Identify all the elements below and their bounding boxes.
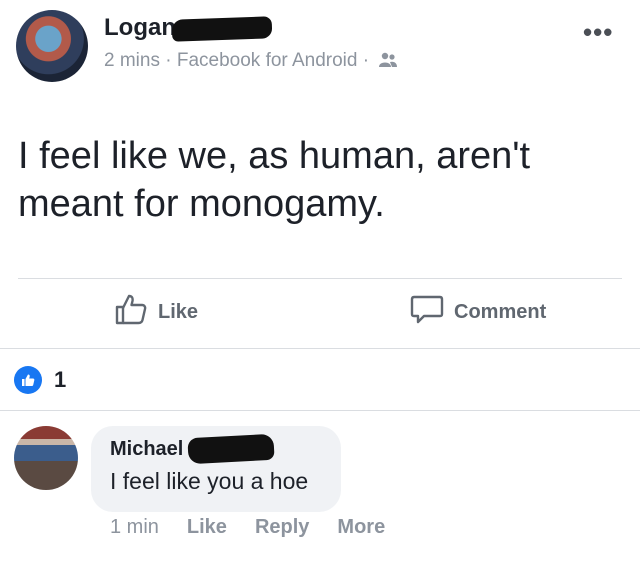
like-reaction-icon[interactable] <box>14 366 42 394</box>
divider <box>0 410 640 411</box>
commenter-avatar[interactable] <box>14 426 78 490</box>
friends-icon[interactable] <box>378 52 398 74</box>
post-time[interactable]: 2 mins <box>104 50 160 71</box>
post-text: I feel like we, as human, aren't meant f… <box>18 135 531 225</box>
redaction-mark <box>187 433 275 465</box>
comment-actions: 1 min Like Reply More <box>110 516 385 539</box>
comment-like-button[interactable]: Like <box>187 516 227 539</box>
commenter-name[interactable]: Michael <box>110 438 183 461</box>
redaction-mark <box>171 16 273 42</box>
comment-button[interactable]: Comment <box>410 292 546 332</box>
more-options-icon[interactable]: ••• <box>583 19 613 45</box>
reaction-count[interactable]: 1 <box>54 366 66 394</box>
comment-label: Comment <box>454 300 547 323</box>
divider <box>18 278 622 279</box>
like-label: Like <box>158 300 199 323</box>
divider <box>0 348 640 349</box>
thumbs-up-icon <box>114 292 148 332</box>
meta-separator: · <box>165 50 172 71</box>
comment-bubble-icon <box>410 292 444 332</box>
comment-reply-button[interactable]: Reply <box>255 516 309 539</box>
post-source: Facebook for Android <box>176 50 358 71</box>
comment-time: 1 min <box>110 516 159 538</box>
meta-separator: · <box>362 50 370 71</box>
author-avatar[interactable] <box>16 10 88 82</box>
post-meta: 2 mins · Facebook for Android · <box>104 50 398 74</box>
like-button[interactable]: Like <box>114 292 198 332</box>
comment-text: I feel like you a hoe <box>110 468 309 494</box>
post-author-name[interactable]: Logan <box>104 14 176 42</box>
comment-more-button[interactable]: More <box>337 516 385 539</box>
